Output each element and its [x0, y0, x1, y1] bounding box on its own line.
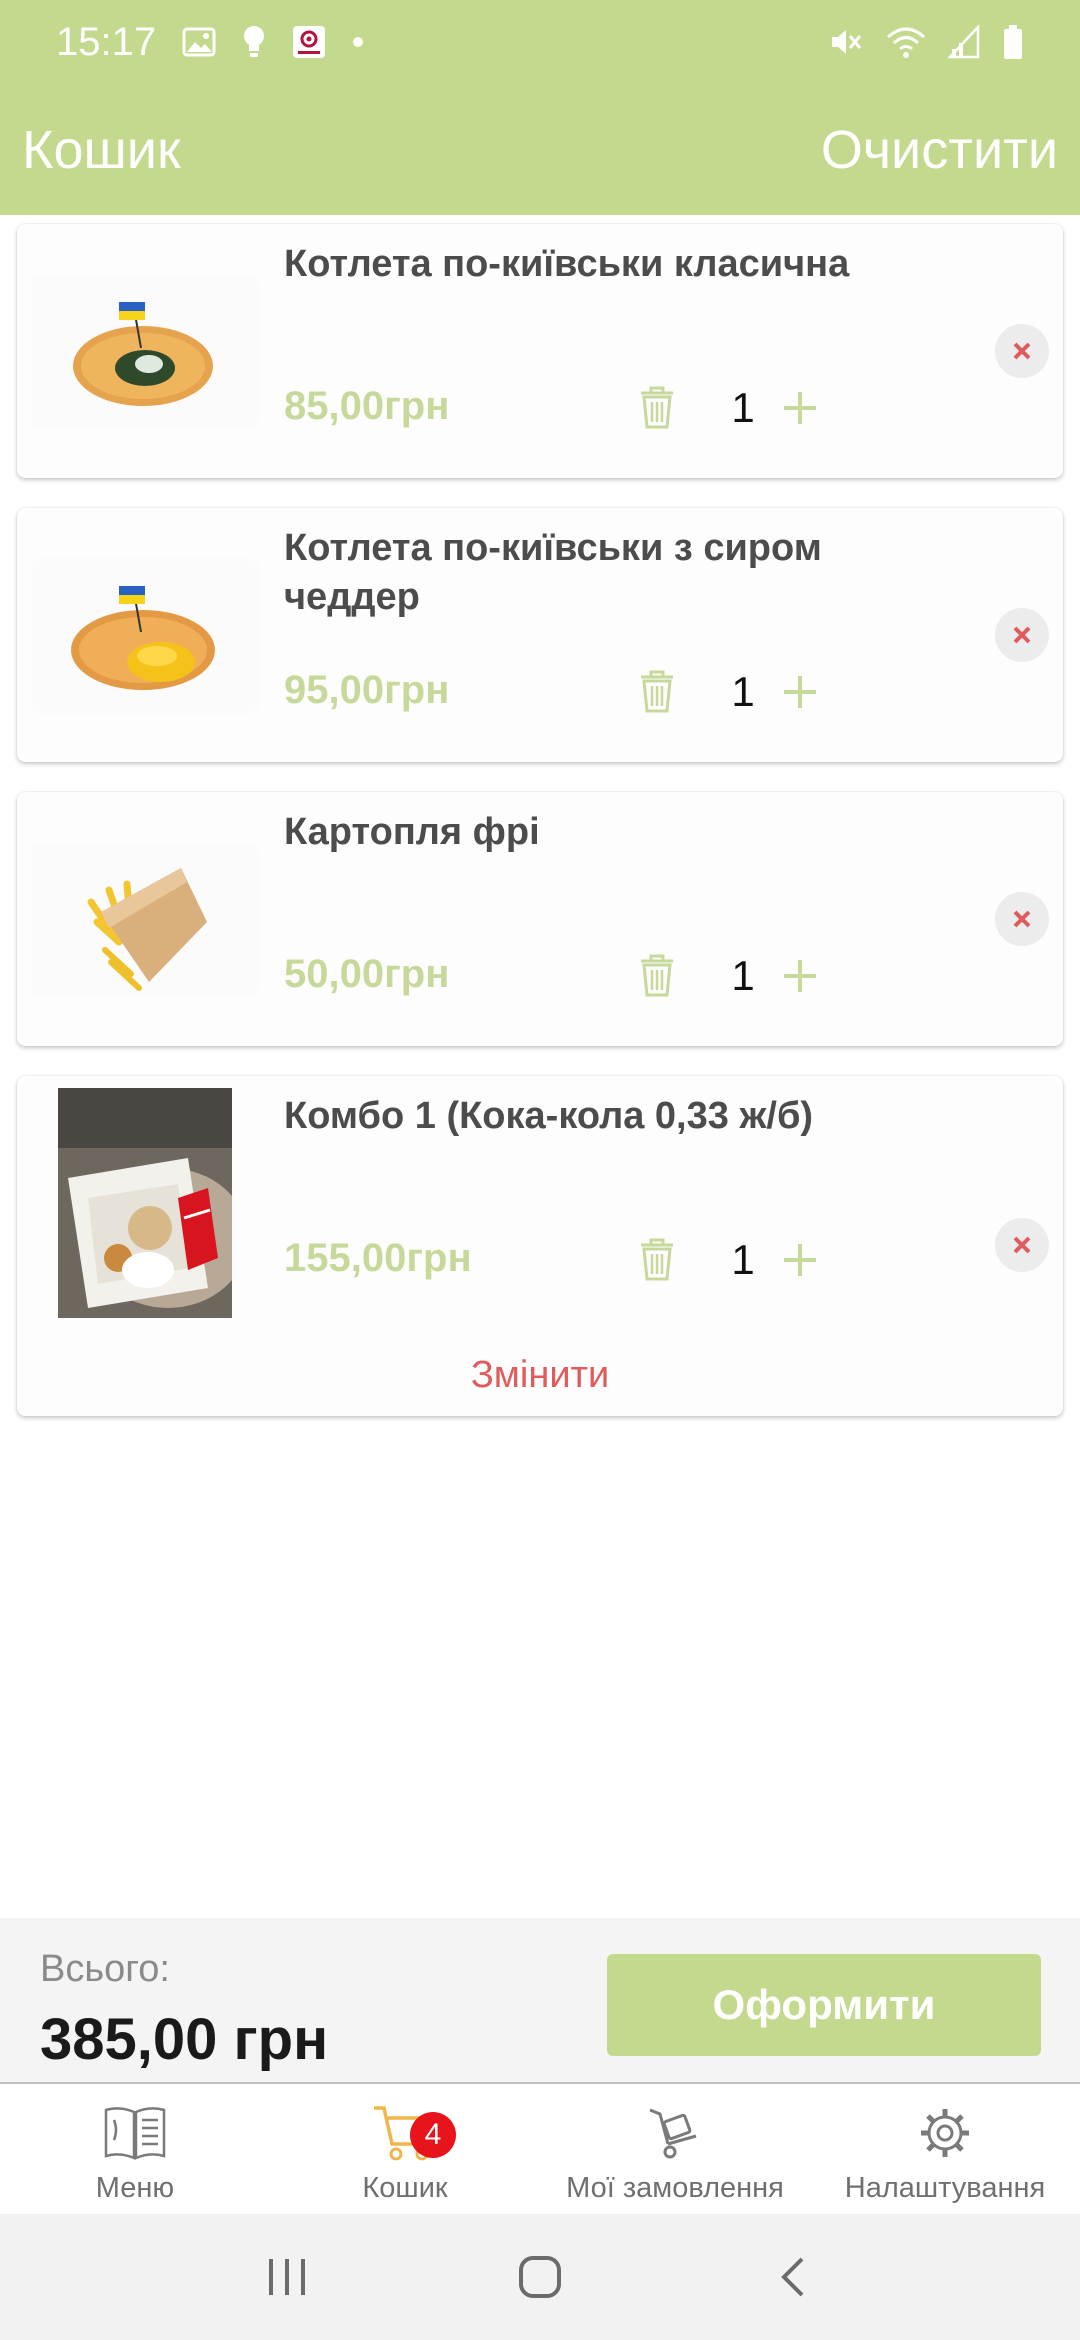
wifi-icon [886, 25, 926, 59]
plus-icon[interactable] [780, 1240, 820, 1280]
change-combo-button[interactable]: Змінити [17, 1354, 1063, 1397]
chicken-kiev-cheddar-image [31, 558, 259, 714]
item-quantity: 1 [731, 384, 755, 431]
item-quantity: 1 [731, 952, 755, 999]
item-price: 85,00грн [284, 384, 450, 428]
image-icon [182, 27, 216, 57]
tab-cart[interactable]: 4 Кошик [270, 2086, 540, 2214]
orders-cart-icon [642, 2104, 708, 2162]
recents-icon[interactable] [252, 2242, 322, 2312]
tab-label: Мої замовлення [566, 2172, 784, 2204]
cart-item: Картопля фрі 50,00грн 1 [17, 792, 1063, 1046]
plus-icon[interactable] [780, 956, 820, 996]
tab-menu[interactable]: Меню [0, 2086, 270, 2214]
tab-label: Меню [95, 2172, 175, 2204]
home-icon[interactable] [505, 2242, 575, 2312]
battery-icon [1002, 24, 1024, 60]
tab-my-orders[interactable]: Мої замовлення [540, 2086, 810, 2214]
status-time: 15:17 [56, 19, 157, 64]
app-notification-icon [292, 25, 326, 59]
item-name: Комбо 1 (Кока-кола 0,33 ж/б) [284, 1095, 814, 1137]
total-label: Всього: [40, 1948, 170, 1990]
remove-item-button[interactable] [995, 324, 1049, 378]
cart-count-badge: 4 [410, 2112, 456, 2158]
page-title: Кошик [22, 120, 181, 180]
item-name: Котлета по-київськи з сиром чеддер [284, 527, 822, 618]
item-price: 50,00грн [284, 952, 450, 996]
remove-item-button[interactable] [995, 1218, 1049, 1272]
item-quantity: 1 [731, 668, 755, 715]
cart-footer: Всього: 385,00 грн Оформити [0, 1918, 1080, 2084]
close-icon [1013, 342, 1031, 360]
tab-settings[interactable]: Налаштування [810, 2086, 1080, 2214]
remove-item-button[interactable] [995, 892, 1049, 946]
close-icon [1013, 910, 1031, 928]
status-bar: 15:17 [0, 0, 1080, 84]
bottom-tab-bar: Меню 4 Кошик Мої замовлення Налаштування [0, 2086, 1080, 2214]
item-quantity: 1 [731, 1236, 755, 1283]
tab-label: Налаштування [844, 2172, 1046, 2204]
tab-label: Кошик [362, 2172, 448, 2204]
checkout-button[interactable]: Оформити [607, 1954, 1041, 2056]
chicken-kiev-spinach-image [31, 274, 259, 430]
app-header: 15:17 Кошик Очистити [0, 0, 1080, 215]
cart-item-combo: Комбо 1 (Кока-кола 0,33 ж/б) 155,00грн 1… [17, 1076, 1063, 1416]
bulb-icon [242, 25, 266, 59]
remove-item-button[interactable] [995, 608, 1049, 662]
plus-icon[interactable] [780, 388, 820, 428]
item-price: 155,00грн [284, 1236, 472, 1280]
mute-icon [828, 25, 864, 59]
combo-box-photo [58, 1088, 232, 1318]
item-name: Картопля фрі [284, 811, 540, 853]
gear-icon [912, 2104, 978, 2162]
trash-icon[interactable] [635, 1236, 679, 1282]
trash-icon[interactable] [635, 952, 679, 998]
dot-icon [352, 36, 364, 48]
cart-item: Котлета по-київськи з сиром чеддер 95,00… [17, 508, 1063, 762]
item-name: Котлета по-київськи класична [284, 243, 850, 285]
plus-icon[interactable] [780, 672, 820, 712]
menu-book-icon [102, 2104, 168, 2162]
cart-item: Котлета по-київськи класична 85,00грн 1 [17, 224, 1063, 478]
ukraine-flag-icon [119, 586, 145, 604]
system-navigation-bar [0, 2214, 1080, 2340]
total-value: 385,00 грн [40, 2007, 329, 2072]
trash-icon[interactable] [635, 668, 679, 714]
item-price: 95,00грн [284, 668, 450, 712]
cart-icon: 4 [372, 2104, 456, 2162]
french-fries-image [31, 842, 259, 998]
close-icon [1013, 1236, 1031, 1254]
trash-icon[interactable] [635, 384, 679, 430]
back-icon[interactable] [758, 2242, 828, 2312]
signal-icon [948, 25, 980, 59]
ukraine-flag-icon [119, 302, 145, 320]
close-icon [1013, 626, 1031, 644]
clear-cart-button[interactable]: Очистити [821, 119, 1058, 181]
